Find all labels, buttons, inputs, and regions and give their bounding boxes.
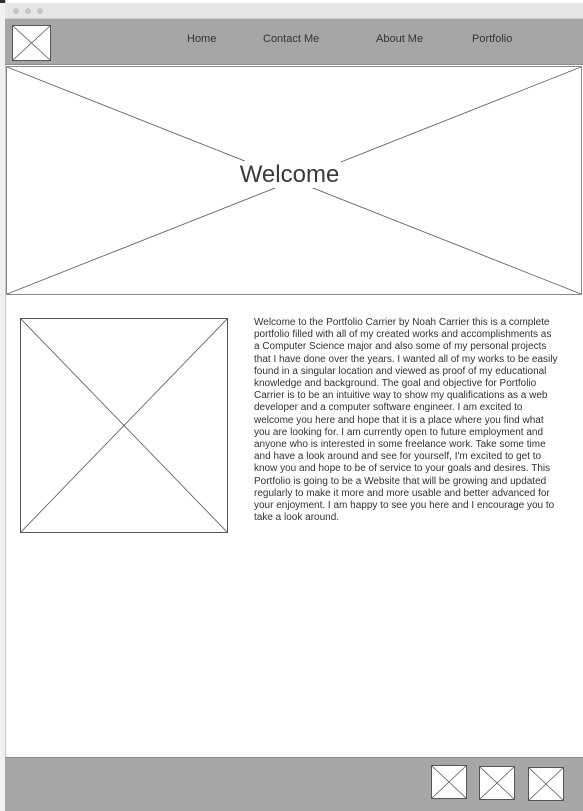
site-header: Home Contact Me About Me Portfolio xyxy=(5,19,583,65)
social-placeholder-icon[interactable] xyxy=(479,766,515,800)
window-minimize-dot[interactable] xyxy=(25,8,31,14)
social-placeholder-icon[interactable] xyxy=(431,765,467,799)
about-image-placeholder-icon xyxy=(20,318,228,533)
logo-placeholder-icon[interactable] xyxy=(12,25,51,61)
window-close-dot[interactable] xyxy=(13,8,19,14)
hero-title: Welcome xyxy=(7,161,572,189)
nav-about-link[interactable]: About Me xyxy=(376,33,423,45)
social-placeholder-icon[interactable] xyxy=(528,767,564,801)
nav-portfolio-link[interactable]: Portfolio xyxy=(472,33,512,45)
window-titlebar xyxy=(5,3,583,19)
site-footer xyxy=(5,757,583,811)
hero-banner-placeholder: Welcome xyxy=(6,66,582,295)
nav-home-link[interactable]: Home xyxy=(187,33,216,45)
nav-contact-link[interactable]: Contact Me xyxy=(263,33,319,45)
hero-title-text: Welcome xyxy=(237,161,342,188)
window-maximize-dot[interactable] xyxy=(37,8,43,14)
about-paragraph: Welcome to the Portfolio Carrier by Noah… xyxy=(254,317,558,524)
